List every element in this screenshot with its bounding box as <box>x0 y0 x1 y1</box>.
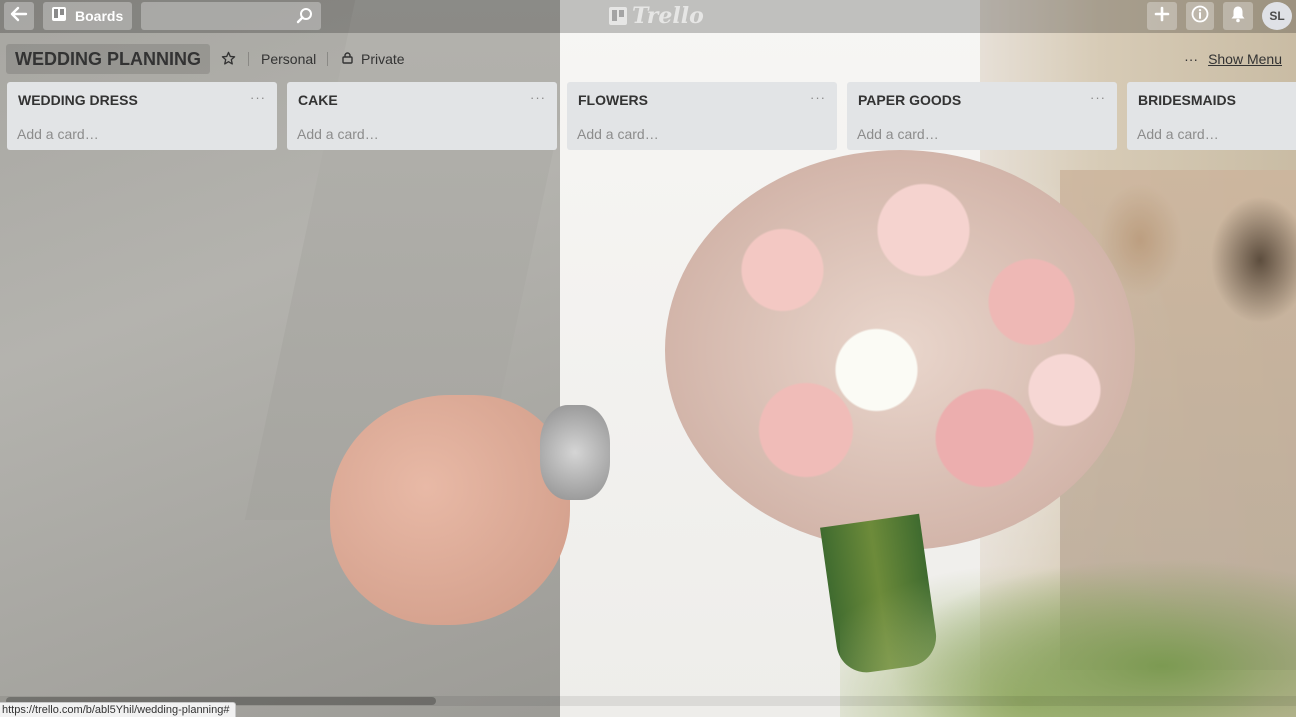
list-wedding-dress: WEDDING DRESS ··· Add a card… <box>7 82 277 150</box>
list-menu-button[interactable]: ··· <box>810 90 826 105</box>
list-flowers: FLOWERS ··· Add a card… <box>567 82 837 150</box>
header-separator <box>327 52 328 66</box>
info-icon <box>1191 5 1209 28</box>
menu-dots-icon: ··· <box>1184 51 1199 67</box>
bell-icon <box>1230 5 1246 28</box>
trello-logo-icon <box>609 7 627 25</box>
team-button[interactable]: Personal <box>261 51 316 67</box>
list-name[interactable]: BRIDESMAIDS <box>1138 92 1236 108</box>
info-button[interactable] <box>1186 2 1214 30</box>
add-card-button[interactable]: Add a card… <box>17 126 99 142</box>
add-card-button[interactable]: Add a card… <box>577 126 659 142</box>
list-bridesmaids: BRIDESMAIDS Add a card… <box>1127 82 1296 150</box>
background-photo-hand <box>330 395 570 625</box>
search-icon[interactable] <box>296 7 314 30</box>
list-paper-goods: PAPER GOODS ··· Add a card… <box>847 82 1117 150</box>
background-photo-greenery <box>840 540 1296 717</box>
add-card-button[interactable]: Add a card… <box>297 126 379 142</box>
avatar[interactable]: SL <box>1262 2 1292 30</box>
list-cake: CAKE ··· Add a card… <box>287 82 557 150</box>
top-header: Boards Trello SL <box>0 0 1296 33</box>
show-menu-label: Show Menu <box>1208 51 1282 67</box>
boards-icon <box>51 6 67 27</box>
star-icon[interactable] <box>221 51 236 71</box>
list-name[interactable]: PAPER GOODS <box>858 92 961 108</box>
background-photo-watch <box>540 405 610 500</box>
visibility-button[interactable]: Private <box>342 51 405 67</box>
boards-button[interactable]: Boards <box>43 2 132 30</box>
visibility-label: Private <box>361 51 405 67</box>
list-menu-button[interactable]: ··· <box>250 90 266 105</box>
add-card-button[interactable]: Add a card… <box>857 126 939 142</box>
list-menu-button[interactable]: ··· <box>530 90 546 105</box>
show-menu-button[interactable]: ··· Show Menu <box>1184 51 1282 67</box>
lock-icon <box>342 51 353 67</box>
search-box[interactable] <box>141 2 321 30</box>
status-bar-url: https://trello.com/b/abl5Yhil/wedding-pl… <box>0 702 237 717</box>
list-name[interactable]: CAKE <box>298 92 338 108</box>
add-card-button[interactable]: Add a card… <box>1137 126 1219 142</box>
back-button[interactable] <box>4 2 34 30</box>
background-photo-bouquet <box>665 150 1135 550</box>
team-label: Personal <box>261 51 317 67</box>
notifications-button[interactable] <box>1223 2 1253 30</box>
plus-icon <box>1154 6 1170 27</box>
logo-text: Trello <box>632 3 704 29</box>
list-name[interactable]: WEDDING DRESS <box>18 92 138 108</box>
list-name[interactable]: FLOWERS <box>578 92 648 108</box>
arrow-back-icon <box>10 6 28 27</box>
trello-logo[interactable]: Trello <box>609 3 704 29</box>
header-separator <box>248 52 249 66</box>
add-button[interactable] <box>1147 2 1177 30</box>
board-title[interactable]: WEDDING PLANNING <box>6 44 210 74</box>
list-menu-button[interactable]: ··· <box>1090 90 1106 105</box>
search-input[interactable] <box>141 2 321 30</box>
boards-label: Boards <box>75 8 124 24</box>
